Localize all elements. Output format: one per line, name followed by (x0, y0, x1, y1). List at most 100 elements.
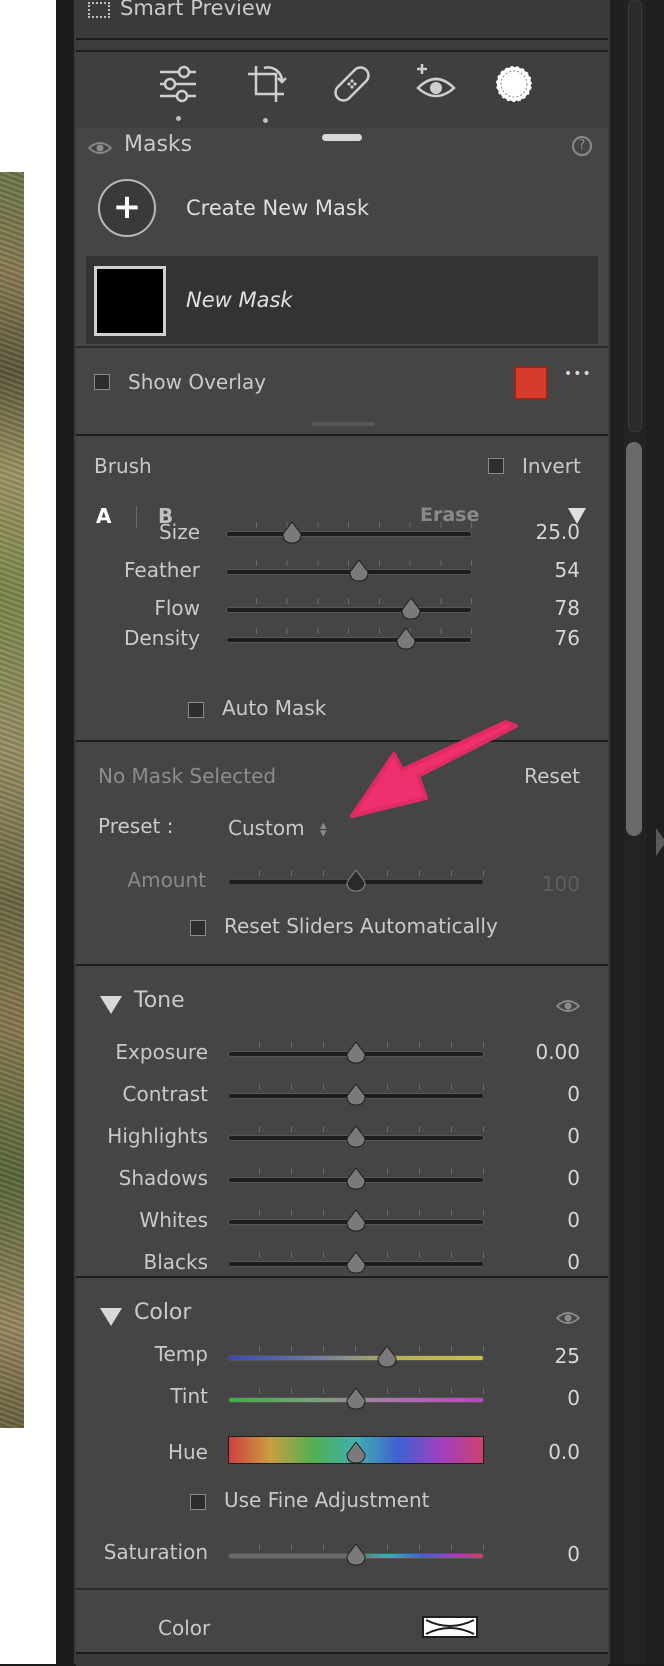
reset-sliders-label: Reset Sliders Automatically (224, 914, 498, 938)
slider-label: Shadows (118, 1166, 208, 1190)
show-overlay-label: Show Overlay (128, 370, 267, 394)
saturation-slider[interactable] (228, 1544, 484, 1566)
masks-title: Masks (124, 132, 193, 157)
color-swatch-empty-icon[interactable] (422, 1616, 478, 1638)
slider-thumb[interactable] (396, 628, 416, 650)
slider-thumb[interactable] (346, 1442, 366, 1464)
no-mask-status: No Mask Selected (98, 764, 277, 788)
fine-adjustment-label: Use Fine Adjustment (224, 1488, 430, 1512)
slider-value: 54 (554, 558, 580, 582)
more-options-icon[interactable]: ••• (564, 366, 592, 382)
auto-mask-label: Auto Mask (222, 696, 327, 720)
invert-label: Invert (522, 454, 581, 478)
red-eye-icon[interactable] (414, 62, 458, 106)
show-overlay-checkbox[interactable] (94, 374, 110, 390)
slider-thumb[interactable] (346, 1084, 366, 1106)
slider-thumb[interactable] (346, 870, 366, 892)
slider-label: Contrast (122, 1082, 208, 1106)
sliders-indicator-dot (176, 116, 181, 121)
overlay-color-swatch[interactable] (514, 366, 548, 400)
slider-thumb[interactable] (377, 1346, 397, 1368)
slider-thumb[interactable] (346, 1168, 366, 1190)
masking-icon[interactable] (492, 62, 536, 106)
collapse-handle[interactable] (322, 134, 362, 141)
slider-label: Density (123, 626, 200, 650)
tab-divider (136, 506, 137, 528)
saturation-label: Saturation (103, 1540, 208, 1564)
slider-thumb[interactable] (400, 598, 421, 620)
slider-label: Whites (139, 1208, 208, 1232)
amount-value: 100 (541, 872, 580, 896)
amount-slider[interactable] (228, 870, 484, 892)
reset-sliders-checkbox[interactable] (190, 920, 206, 936)
slider-value: 0 (567, 1166, 580, 1190)
color-swatch-row: Color (76, 1588, 608, 1660)
preset-stepper-icon[interactable]: ▴ ▾ (320, 819, 327, 840)
sliders-icon[interactable] (156, 62, 200, 106)
brush-title: Brush (94, 454, 152, 478)
tone-visibility-icon[interactable] (556, 998, 580, 1014)
slider-control[interactable] (228, 1168, 484, 1190)
mask-thumbnail (94, 266, 166, 336)
slider-thumb[interactable] (346, 1210, 366, 1232)
smart-preview-icon (88, 2, 110, 18)
scrollbar-upper (628, 0, 642, 432)
slider-value: 0 (567, 1250, 580, 1274)
help-icon[interactable]: ? (572, 136, 592, 156)
amount-label: Amount (127, 868, 206, 892)
fine-adjustment-checkbox[interactable] (190, 1494, 206, 1510)
resize-handle[interactable] (312, 422, 374, 426)
slider-control[interactable] (228, 1210, 484, 1232)
slider-value: 25.0 (535, 520, 580, 544)
slider-value: 0 (567, 1124, 580, 1148)
slider-thumb[interactable] (282, 522, 302, 544)
create-mask-row[interactable]: + Create New Mask (76, 166, 608, 254)
slider-control[interactable] (228, 1126, 484, 1148)
tone-title[interactable]: Tone (134, 988, 185, 1013)
mask-list-area: New Mask (76, 254, 608, 346)
create-mask-button[interactable]: + (98, 179, 156, 237)
brush-tab-a[interactable]: A (96, 504, 111, 528)
slider-control[interactable] (228, 1252, 484, 1274)
healing-icon[interactable] (330, 62, 374, 106)
mask-list-item[interactable]: New Mask (86, 256, 598, 344)
slider-label: Flow (154, 596, 200, 620)
slider-control[interactable] (226, 598, 472, 620)
slider-thumb[interactable] (346, 1126, 366, 1148)
slider-control[interactable] (226, 522, 472, 544)
slider-label: Feather (123, 558, 200, 582)
masks-header: Masks ? (76, 128, 608, 166)
slider-thumb[interactable] (346, 1388, 366, 1410)
color-title[interactable]: Color (134, 1300, 191, 1325)
slider-value: 78 (554, 596, 580, 620)
slider-label: Highlights (107, 1124, 208, 1148)
new-mask-label: New Mask (186, 288, 293, 312)
visibility-eye-icon[interactable] (88, 140, 112, 156)
color-disclosure-triangle-icon[interactable] (100, 1308, 122, 1326)
panel-collapse-arrow-icon[interactable] (656, 828, 664, 856)
create-mask-label[interactable]: Create New Mask (186, 196, 369, 220)
slider-control[interactable] (226, 560, 472, 582)
hue-slider[interactable] (228, 1436, 484, 1464)
reset-button[interactable]: Reset (524, 764, 580, 788)
slider-control[interactable] (228, 1042, 484, 1064)
scrollbar-thumb[interactable] (626, 442, 642, 836)
slider-control[interactable] (228, 1084, 484, 1106)
slider-thumb[interactable] (346, 1042, 366, 1064)
photo-preview[interactable] (0, 172, 24, 1428)
temp-label: Temp (154, 1342, 208, 1366)
invert-checkbox[interactable] (488, 458, 504, 474)
slider-control[interactable] (226, 628, 472, 650)
tint-slider[interactable] (228, 1388, 484, 1410)
crop-icon[interactable] (244, 62, 288, 106)
temp-slider[interactable] (228, 1346, 484, 1368)
slider-thumb[interactable] (346, 1252, 366, 1274)
slider-thumb[interactable] (349, 560, 369, 582)
slider-thumb[interactable] (346, 1544, 366, 1566)
overlay-row: Show Overlay ••• (76, 346, 608, 436)
auto-mask-checkbox[interactable] (188, 702, 204, 718)
color-visibility-icon[interactable] (556, 1310, 580, 1326)
preset-dropdown[interactable]: Custom (228, 816, 305, 840)
slider-value: 0 (567, 1208, 580, 1232)
tone-disclosure-triangle-icon[interactable] (100, 996, 122, 1014)
